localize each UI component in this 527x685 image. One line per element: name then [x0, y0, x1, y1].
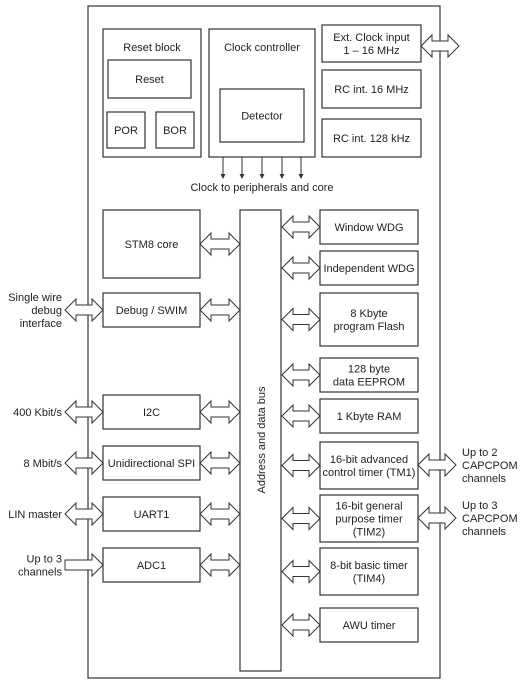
- debug-swim-label: Debug / SWIM: [116, 305, 188, 317]
- tim2-external-label: channels: [462, 526, 507, 538]
- independent-wdg-label: Independent WDG: [323, 263, 414, 275]
- independent-wdg-block: Independent WDG: [319, 250, 419, 286]
- ext-clock-label: 1 – 16 MHz: [343, 45, 399, 57]
- uart1-label: UART1: [134, 509, 170, 521]
- stm8-core-label: STM8 core: [125, 239, 179, 251]
- tim4-label: 8-bit basic timer: [330, 560, 408, 572]
- tim2-external-label: Up to 3: [462, 500, 497, 512]
- bus-label: Address and data bus: [256, 386, 268, 494]
- flash-block: 8 Kbyteprogram Flash: [319, 292, 419, 347]
- spi-label: Unidirectional SPI: [108, 458, 195, 470]
- tim2-label: 16-bit general: [335, 501, 402, 513]
- tim1-external-label: channels: [462, 473, 507, 485]
- tim2-label: purpose timer: [335, 514, 403, 526]
- adc-external-label: Up to 3: [27, 554, 62, 566]
- ext-clock-label: Ext. Clock input: [333, 32, 409, 44]
- clock-output-label: Clock to peripherals and core: [190, 182, 333, 194]
- tim2-block: 16-bit generalpurpose timer(TIM2): [319, 494, 419, 543]
- swim-external-label: Single wire: [8, 292, 62, 304]
- rc16-block: RC int. 16 MHz: [321, 69, 422, 109]
- window-wdg-block: Window WDG: [319, 209, 419, 245]
- uart-external-label: LIN master: [8, 509, 62, 521]
- por-label: POR: [114, 125, 138, 137]
- reset-block-label: Reset block: [123, 42, 181, 54]
- tim4-label: (TIM4): [353, 573, 385, 585]
- reset-block: Reset: [107, 59, 192, 99]
- spi-block: Unidirectional SPI: [102, 445, 201, 481]
- eeprom-label: 128 byte: [348, 364, 390, 376]
- ext-clock-block: Ext. Clock input1 – 16 MHz: [321, 24, 422, 63]
- spi-external-label: 8 Mbit/s: [23, 458, 62, 470]
- adc-external-label: channels: [18, 567, 63, 579]
- tim1-external-label: Up to 2: [462, 447, 497, 459]
- reset-label: Reset: [135, 74, 164, 86]
- bor-block: BOR: [155, 111, 195, 149]
- flash-label: program Flash: [334, 321, 405, 333]
- i2c-block: I2C: [102, 394, 201, 430]
- tim1-block: 16-bit advancedcontrol timer (TM1): [319, 441, 419, 490]
- ram-label: 1 Kbyte RAM: [337, 411, 402, 423]
- clock-controller-label: Clock controller: [224, 42, 300, 54]
- adc1-label: ADC1: [137, 560, 166, 572]
- window-wdg-label: Window WDG: [334, 222, 403, 234]
- swim-external-label: debug: [31, 305, 62, 317]
- tim2-external-label: CAPCPOM: [462, 513, 518, 525]
- detector-label: Detector: [241, 111, 283, 123]
- rc128-label: RC int. 128 kHz: [333, 133, 410, 145]
- por-block: POR: [106, 111, 146, 149]
- eeprom-label: data EEPROM: [333, 377, 405, 389]
- debug-swim-block: Debug / SWIM: [102, 292, 201, 328]
- i2c-external-label: 400 Kbit/s: [13, 407, 62, 419]
- bor-label: BOR: [163, 125, 187, 137]
- stm8-core-block: STM8 core: [102, 209, 201, 279]
- awu-block: AWU timer: [319, 607, 419, 643]
- detector-block: Detector: [219, 88, 305, 143]
- eeprom-block: 128 bytedata EEPROM: [319, 357, 419, 393]
- rc128-block: RC int. 128 kHz: [321, 118, 422, 158]
- uart1-block: UART1: [102, 496, 201, 532]
- awu-label: AWU timer: [343, 620, 396, 632]
- tim1-external-label: CAPCPOM: [462, 460, 518, 472]
- swim-external-label: interface: [20, 318, 62, 330]
- adc1-block: ADC1: [102, 547, 201, 583]
- tim1-label: control timer (TM1): [323, 467, 416, 479]
- rc16-label: RC int. 16 MHz: [334, 84, 409, 96]
- i2c-label: I2C: [143, 407, 160, 419]
- tim2-label: (TIM2): [353, 527, 385, 539]
- tim1-label: 16-bit advanced: [330, 454, 408, 466]
- tim4-block: 8-bit basic timer(TIM4): [319, 547, 419, 596]
- flash-label: 8 Kbyte: [350, 308, 387, 320]
- block-diagram: Address and data bus Clock to peripheral…: [8, 5, 518, 679]
- ram-block: 1 Kbyte RAM: [319, 398, 419, 434]
